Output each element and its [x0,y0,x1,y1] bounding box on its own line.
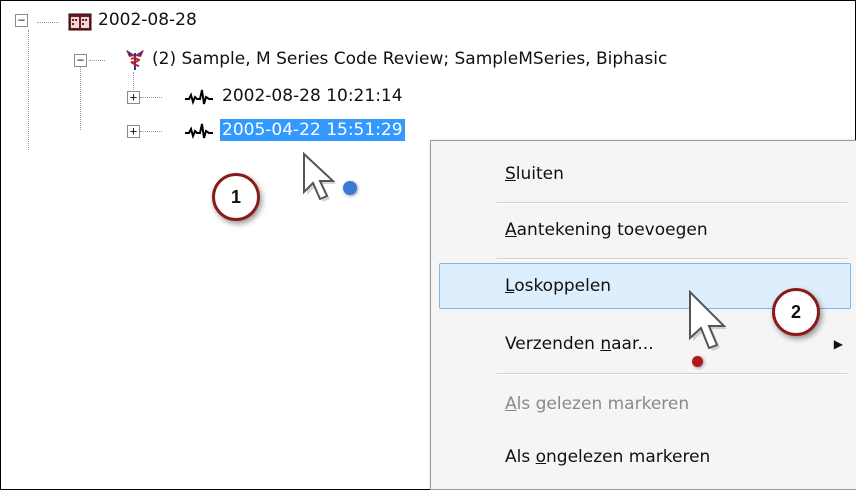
menu-item-label-suffix: antekening toevoegen [516,220,708,240]
tree-connector [133,72,134,92]
step-callout-2: 2 [772,288,820,336]
collapse-toggle-series[interactable]: − [74,54,87,67]
tree-connector [37,22,59,23]
caduceus-icon [124,47,146,75]
collapse-toggle-root[interactable]: − [15,14,28,27]
menu-item-als-ongelezen-markeren[interactable]: Als ongelezen markeren [439,434,851,480]
tree-connector [80,64,81,130]
menu-item-sluiten[interactable]: Sluiten [439,151,851,197]
expand-toggle-record[interactable]: + [127,125,140,138]
tree-connector [140,131,162,132]
tree-node-date[interactable]: 2002-08-28 [98,9,197,31]
menu-item-accelerator: A [505,394,517,414]
menu-item-label-suffix: aar... [611,334,654,354]
menu-item-accelerator: L [505,276,515,296]
menu-separator [497,373,847,375]
menu-item-aantekening-toevoegen[interactable]: Aantekening toevoegen [439,207,851,253]
menu-item-label-prefix: Verzenden [505,334,601,354]
submenu-arrow-icon: ▶ [833,337,843,351]
expand-toggle-record[interactable]: + [127,91,140,104]
tree-connector [28,30,29,150]
step-callout-1: 1 [212,173,260,221]
calendar-icon [68,13,92,35]
mouse-pointer-icon [300,151,340,212]
menu-separator [497,202,847,204]
menu-item-accelerator: n [600,334,612,354]
tree-connector [140,97,162,98]
menu-item-label-prefix: Als [505,447,536,467]
menu-item-als-gelezen-markeren: Als gelezen markeren [439,381,851,427]
menu-item-label-suffix: luiten [515,164,564,184]
click-indicator [692,356,703,367]
ecg-waveform-icon [184,88,214,110]
menu-item-accelerator: o [535,447,547,467]
menu-item-label-suffix: oskoppelen [514,276,612,296]
menu-item-label-suffix: ngelezen markeren [546,447,711,467]
tree-node-series[interactable]: (2) Sample, M Series Code Review; Sample… [152,48,667,70]
tree-connector [89,60,105,61]
tree-node-record-selected[interactable]: 2005-04-22 15:51:29 [220,119,405,141]
menu-item-label-suffix: ls gelezen markeren [516,394,690,414]
ecg-waveform-icon [184,122,214,144]
mouse-pointer-icon [686,289,732,364]
tree-node-record[interactable]: 2002-08-28 10:21:14 [222,85,403,107]
menu-item-accelerator: S [505,164,516,184]
menu-item-accelerator: A [505,220,517,240]
click-indicator [343,181,357,195]
menu-separator [497,258,847,260]
